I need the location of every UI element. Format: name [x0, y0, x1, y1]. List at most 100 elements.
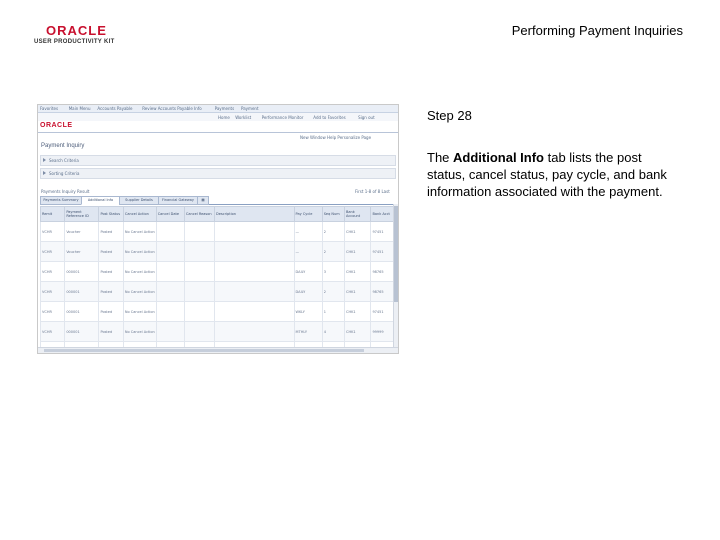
table-cell: VCHR: [39, 321, 66, 342]
header-link[interactable]: Sign out: [358, 115, 375, 120]
column-header[interactable]: Cancel Reason: [183, 206, 216, 222]
table-cell: 98765: [370, 261, 394, 282]
column-header[interactable]: Bank Account: [344, 206, 372, 222]
breadcrumb-item[interactable]: Payments: [215, 106, 235, 111]
breadcrumb-item[interactable]: Payment: [241, 106, 259, 111]
table-cell: VCHR: [39, 261, 66, 282]
table-cell: 2: [321, 241, 346, 262]
table-cell: Posted: [98, 261, 124, 282]
table-cell: No Cancel Action: [122, 321, 157, 342]
expand-arrow-icon[interactable]: [43, 158, 46, 162]
table-cell: CHK1: [344, 281, 372, 302]
table-cell: [183, 261, 216, 282]
payments-grid: Remit Payment Reference ID Post Status Canc…: [39, 206, 394, 353]
table-cell: Posted: [98, 241, 124, 262]
page-title: Performing Payment Inquiries: [511, 23, 683, 38]
scroll-thumb[interactable]: [44, 349, 364, 352]
breadcrumb-bar: Favorites Main Menu Accounts Payable Review…: [38, 105, 398, 113]
tab-payments-summary[interactable]: Payments Summary: [40, 196, 82, 205]
section-label: Sorting Criteria: [49, 171, 80, 176]
header-link[interactable]: Add to Favorites: [313, 115, 345, 120]
tab-show-all-columns-icon[interactable]: ▦: [197, 196, 209, 205]
step-description: The Additional Info tab lists the post s…: [427, 149, 677, 200]
table-cell[interactable]: 000001: [64, 301, 100, 322]
column-header[interactable]: Description: [214, 206, 295, 222]
table-cell[interactable]: 000001: [64, 281, 100, 302]
desc-emphasis: Additional Info: [453, 150, 544, 165]
breadcrumb-item[interactable]: Review Accounts Payable Info: [142, 106, 202, 111]
table-cell: VCHR: [39, 241, 66, 262]
table-cell: [183, 241, 216, 262]
column-header[interactable]: Cancel Action: [122, 206, 157, 222]
table-row: VCHR 000001 Posted No Cancel Action MTHLY 4 CH…: [39, 321, 394, 342]
header-link[interactable]: Home: [218, 115, 230, 120]
table-cell: Posted: [98, 301, 124, 322]
table-cell: [214, 241, 295, 262]
horizontal-scrollbar[interactable]: [38, 347, 398, 353]
table-cell: MTHLY: [293, 321, 323, 342]
scroll-thumb[interactable]: [394, 206, 398, 302]
grid-title: Payments Inquiry Result: [41, 189, 90, 194]
table-cell: No Cancel Action: [122, 281, 157, 302]
table-cell: VCHR: [39, 281, 66, 302]
app-logo: ORACLE: [40, 122, 73, 129]
tab-financial-gateway[interactable]: Financial Gateway: [158, 196, 198, 205]
component-title: Payment Inquiry: [41, 143, 85, 149]
table-cell: 2: [321, 281, 346, 302]
table-row: VCHR Voucher Posted No Cancel Action —2 CHK1 9…: [39, 221, 394, 242]
header-link[interactable]: Worklist: [235, 115, 251, 120]
table-cell: [214, 301, 295, 322]
table-cell: 4: [321, 321, 346, 342]
table-cell: Posted: [98, 321, 124, 342]
column-header[interactable]: Seq Num: [321, 206, 346, 222]
table-cell: [183, 301, 216, 322]
table-cell: [183, 321, 216, 342]
tab-additional-info[interactable]: Additional Info: [81, 196, 120, 205]
table-cell: CHK1: [344, 261, 372, 282]
table-cell[interactable]: Voucher: [64, 241, 100, 262]
sorting-criteria-section[interactable]: Sorting Criteria: [40, 168, 396, 179]
table-cell: DAILY: [293, 281, 323, 302]
table-cell: 99999: [370, 321, 394, 342]
breadcrumb-item[interactable]: Main Menu: [69, 106, 91, 111]
table-row: VCHR 000001 Posted No Cancel Action WKLY 1 CHK…: [39, 301, 394, 322]
column-header[interactable]: Post Status: [98, 206, 124, 222]
column-header[interactable]: Payment Reference ID: [64, 206, 100, 222]
table-cell: [214, 321, 295, 342]
breadcrumb-item[interactable]: Favorites: [40, 106, 58, 111]
column-header[interactable]: Remit: [39, 206, 66, 222]
table-cell: VCHR: [39, 221, 66, 242]
grid-pager[interactable]: First 1-8 of 8 Last: [355, 189, 390, 194]
app-header: [38, 122, 398, 133]
search-criteria-section[interactable]: Search Criteria: [40, 155, 396, 166]
table-cell: [155, 261, 185, 282]
breadcrumb-item[interactable]: Accounts Payable: [97, 106, 132, 111]
table-cell: 3: [321, 261, 346, 282]
table-cell: 97451: [370, 221, 394, 242]
table-row: VCHR 000001 Posted No Cancel Action DAILY 2 CH…: [39, 281, 394, 302]
table-cell: —: [293, 241, 323, 262]
table-cell[interactable]: Voucher: [64, 221, 100, 242]
column-header[interactable]: Cancel Date: [155, 206, 185, 222]
table-cell[interactable]: 000001: [64, 261, 100, 282]
vertical-scrollbar[interactable]: [393, 204, 398, 347]
step-number: Step 28: [427, 108, 472, 123]
table-cell: CHK1: [344, 221, 372, 242]
tab-supplier-details[interactable]: Supplier Details: [119, 196, 159, 205]
header-links-bar: Home Worklist Performance Monitor Add to Fa…: [38, 113, 398, 121]
desc-prefix: The: [427, 150, 454, 165]
expand-arrow-icon[interactable]: [43, 171, 46, 175]
table-cell: No Cancel Action: [122, 301, 157, 322]
column-header[interactable]: Bank Acct: [370, 206, 394, 222]
table-cell: CHK1: [344, 241, 372, 262]
header-link[interactable]: Performance Monitor: [262, 115, 304, 120]
table-cell[interactable]: 000001: [64, 321, 100, 342]
table-row: VCHR 000001 Posted No Cancel Action DAILY 3 CH…: [39, 261, 394, 282]
table-cell: No Cancel Action: [122, 261, 157, 282]
table-cell: [214, 281, 295, 302]
table-cell: [183, 281, 216, 302]
table-cell: DAILY: [293, 261, 323, 282]
table-cell: CHK1: [344, 301, 372, 322]
column-header[interactable]: Pay Cycle: [293, 206, 323, 222]
page-toolbar-links[interactable]: New Window Help Personalize Page: [300, 135, 371, 140]
